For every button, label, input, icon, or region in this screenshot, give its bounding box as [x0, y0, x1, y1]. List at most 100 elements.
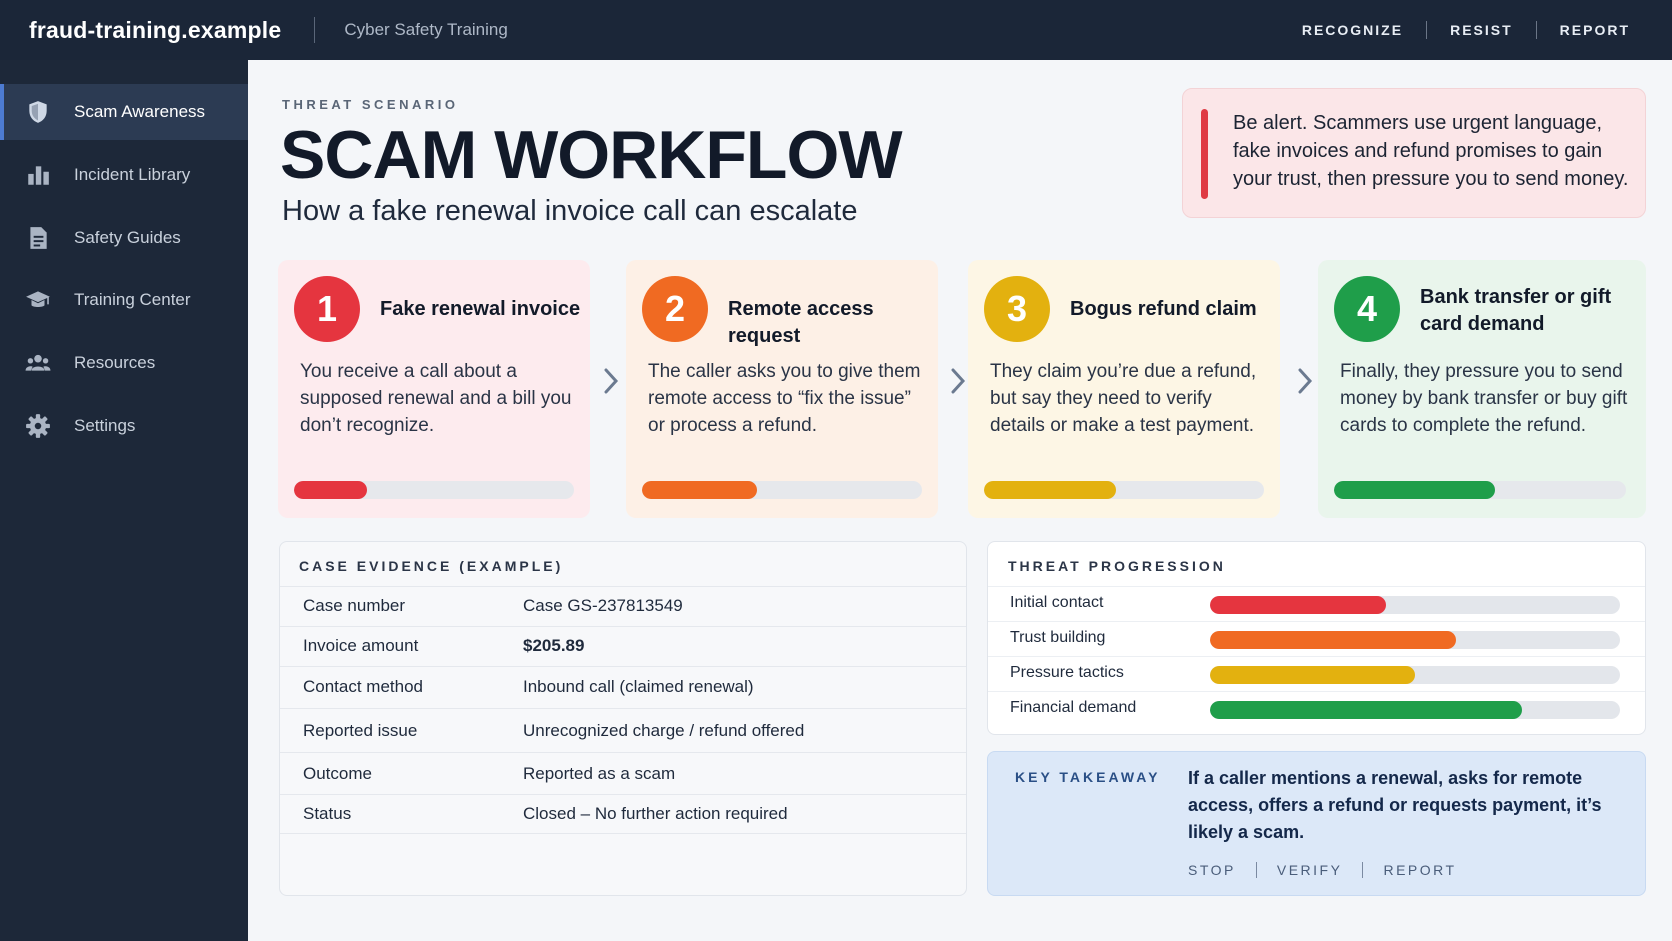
- sidebar-item-label: Incident Library: [74, 165, 191, 184]
- progression-fill: [1210, 631, 1456, 649]
- page-title: SCAM WORKFLOW: [280, 117, 903, 193]
- nav-resist[interactable]: RESIST: [1450, 22, 1513, 38]
- bar-chart-icon: [24, 161, 52, 189]
- evidence-value: Closed – No further action required: [523, 804, 788, 823]
- evidence-label: Contact method: [303, 677, 424, 696]
- threat-progression-heading: THREAT PROGRESSION: [1008, 558, 1226, 574]
- sidebar-item-label: Training Center: [74, 290, 191, 309]
- table-row: Reported issue Unrecognized charge / ref…: [280, 708, 966, 752]
- takeaway-actions: STOP VERIFY REPORT: [1188, 862, 1457, 878]
- evidence-value: Reported as a scam: [523, 764, 676, 783]
- top-nav: RECOGNIZE RESIST REPORT: [1302, 21, 1630, 39]
- step-progress-track: [984, 481, 1264, 499]
- step-progress-fill: [984, 481, 1116, 499]
- step-number-badge: 4: [1334, 276, 1400, 342]
- chevron-right-icon: [1298, 368, 1313, 394]
- step-description: They claim you’re due a refund, but say …: [990, 361, 1257, 436]
- sidebar: Scam Awareness Incident Library Safety G…: [0, 60, 248, 941]
- action-stop[interactable]: STOP: [1188, 862, 1236, 878]
- shield-icon: [24, 98, 52, 126]
- step-progress-track: [294, 481, 574, 499]
- action-verify[interactable]: VERIFY: [1277, 862, 1343, 878]
- evidence-value: Unrecognized charge / refund offered: [523, 721, 805, 740]
- progression-fill: [1210, 666, 1415, 684]
- nav-separator: [1426, 21, 1428, 39]
- sidebar-item-safety-guides[interactable]: Safety Guides: [0, 210, 248, 266]
- progression-track: [1210, 666, 1620, 684]
- step-progress-fill: [1334, 481, 1495, 499]
- progression-row: Trust building: [988, 621, 1645, 656]
- key-takeaway-text: If a caller mentions a renewal, asks for…: [1188, 768, 1602, 842]
- progression-label: Financial demand: [1010, 699, 1137, 716]
- evidence-label: Invoice amount: [303, 636, 419, 655]
- progression-label: Initial contact: [1010, 594, 1104, 611]
- key-takeaway-heading: KEY TAKEAWAY: [1015, 769, 1161, 785]
- step-card[interactable]: 2 Remote access request The caller asks …: [626, 260, 938, 518]
- sidebar-item-label: Scam Awareness: [74, 102, 206, 121]
- document-icon: [24, 224, 52, 252]
- step-card[interactable]: 1 Fake renewal invoice You receive a cal…: [278, 260, 590, 518]
- page-subtitle: How a fake renewal invoice call can esca…: [282, 195, 858, 227]
- progression-track: [1210, 596, 1620, 614]
- alert-text: Be alert. Scammers use urgent language, …: [1233, 112, 1629, 190]
- progression-label: Trust building: [1010, 629, 1106, 646]
- table-row: Outcome Reported as a scam: [280, 752, 966, 794]
- case-evidence-panel: CASE EVIDENCE (EXAMPLE) Case number Case…: [279, 541, 967, 896]
- alert-banner: Be alert. Scammers use urgent language, …: [1182, 88, 1646, 218]
- header-divider: [314, 17, 316, 43]
- nav-recognize[interactable]: RECOGNIZE: [1302, 22, 1403, 38]
- alert-accent-bar: [1201, 109, 1208, 199]
- eyebrow-label: THREAT SCENARIO: [282, 97, 459, 112]
- progression-fill: [1210, 596, 1387, 614]
- graduation-cap-icon: [24, 286, 52, 314]
- case-evidence-heading: CASE EVIDENCE (EXAMPLE): [299, 558, 564, 574]
- table-row: Case number Case GS-237813549: [280, 586, 966, 626]
- step-progress-fill: [294, 481, 367, 499]
- action-separator: [1255, 862, 1257, 878]
- step-title: Remote access request: [728, 298, 874, 347]
- people-icon: [24, 349, 52, 377]
- step-title: Bogus refund claim: [1070, 298, 1257, 320]
- evidence-label: Reported issue: [303, 721, 418, 740]
- action-report[interactable]: REPORT: [1383, 862, 1456, 878]
- evidence-label: Case number: [303, 596, 406, 615]
- evidence-label: Status: [303, 804, 352, 823]
- sidebar-item-label: Safety Guides: [74, 228, 181, 247]
- step-progress-track: [642, 481, 922, 499]
- sidebar-item-label: Settings: [74, 416, 136, 435]
- table-row: Status Closed – No further action requir…: [280, 794, 966, 834]
- progression-track: [1210, 631, 1620, 649]
- table-row: Contact method Inbound call (claimed ren…: [280, 666, 966, 708]
- progression-row: Financial demand: [988, 691, 1645, 726]
- step-number-badge: 1: [294, 276, 360, 342]
- sidebar-item-incident-library[interactable]: Incident Library: [0, 147, 248, 203]
- progression-row: Pressure tactics: [988, 656, 1645, 691]
- evidence-label: Outcome: [303, 764, 372, 783]
- progression-track: [1210, 701, 1620, 719]
- threat-progression-panel: THREAT PROGRESSION Initial contact Trust…: [987, 541, 1646, 735]
- table-row: Invoice amount $205.89: [280, 626, 966, 666]
- step-number-badge: 3: [984, 276, 1050, 342]
- step-title: Fake renewal invoice: [380, 298, 581, 320]
- nav-report[interactable]: REPORT: [1560, 22, 1630, 38]
- progression-row: Initial contact: [988, 586, 1645, 621]
- site-subtitle: Cyber Safety Training: [344, 20, 508, 39]
- sidebar-item-resources[interactable]: Resources: [0, 335, 248, 391]
- site-name[interactable]: fraud-training.example: [29, 17, 281, 44]
- gear-icon: [24, 412, 52, 440]
- top-bar: fraud-training.example Cyber Safety Trai…: [0, 0, 1672, 60]
- chevron-right-icon: [951, 368, 966, 394]
- step-progress-track: [1334, 481, 1626, 499]
- sidebar-item-scam-awareness[interactable]: Scam Awareness: [0, 84, 248, 140]
- step-description: Finally, they pressure you to send money…: [1340, 361, 1628, 436]
- step-card[interactable]: 4 Bank transfer or gift card demand Fina…: [1318, 260, 1646, 518]
- sidebar-item-settings[interactable]: Settings: [0, 398, 248, 454]
- step-progress-fill: [642, 481, 757, 499]
- step-number-badge: 2: [642, 276, 708, 342]
- evidence-value: $205.89: [523, 636, 585, 655]
- step-description: The caller asks you to give them remote …: [648, 361, 921, 436]
- sidebar-item-training-center[interactable]: Training Center: [0, 272, 248, 328]
- nav-separator: [1535, 21, 1537, 39]
- key-takeaway-panel: KEY TAKEAWAY If a caller mentions a rene…: [987, 751, 1646, 896]
- step-card[interactable]: 3 Bogus refund claim They claim you’re d…: [968, 260, 1280, 518]
